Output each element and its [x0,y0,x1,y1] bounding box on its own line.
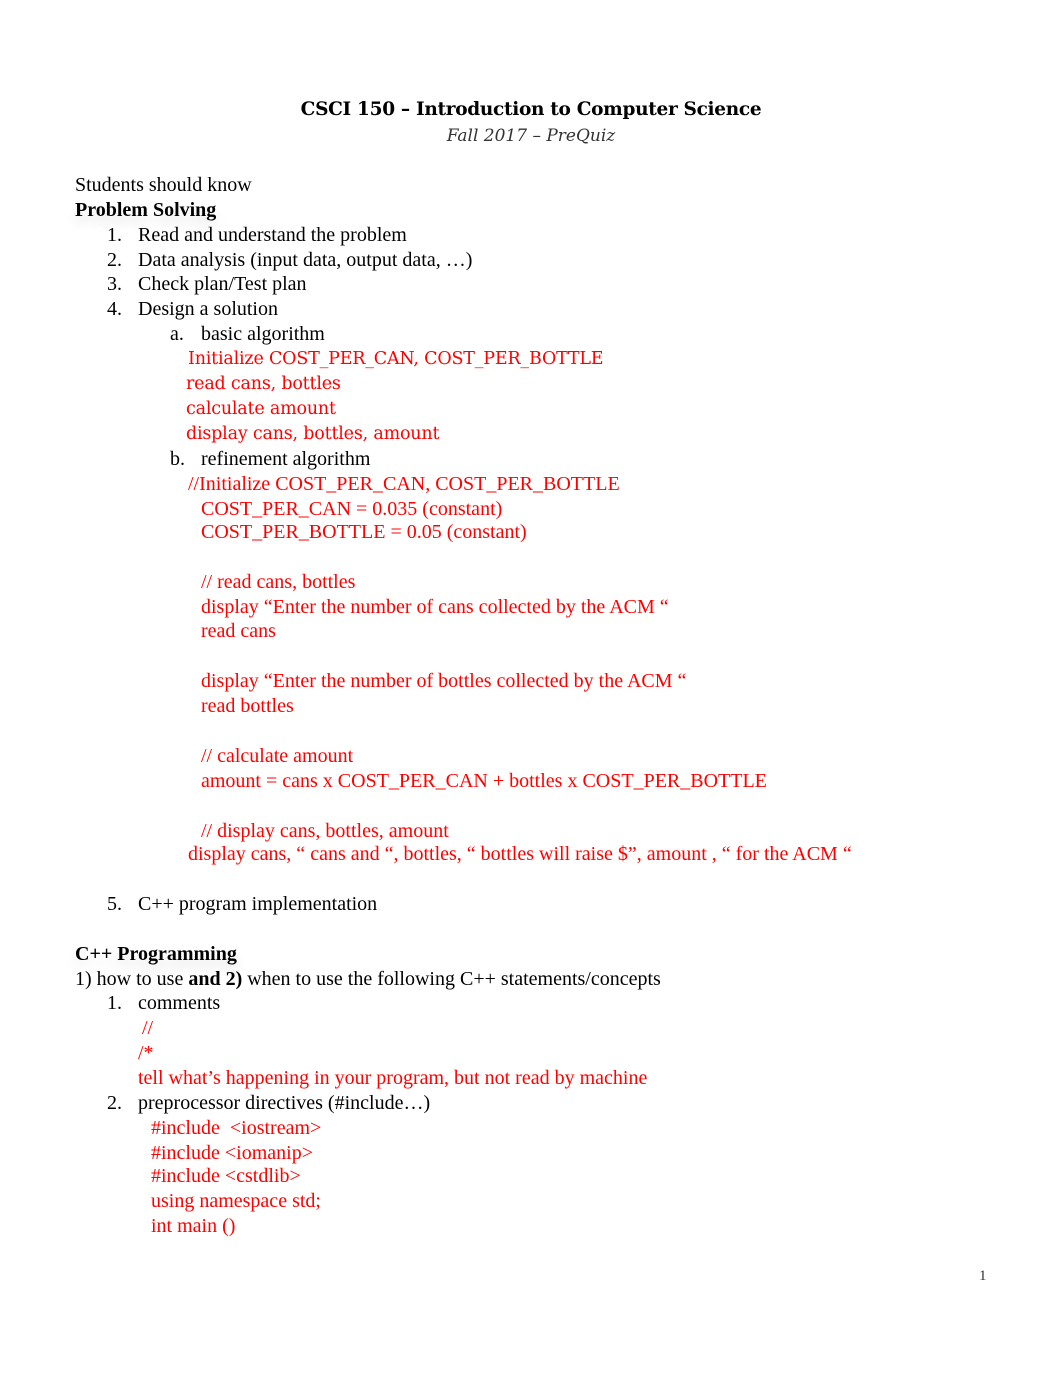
list-text: comments [138,992,221,1014]
directive-example: #include <iostream> [151,1117,322,1139]
refinement-read-bottles: read bottles [201,695,294,717]
list-number: 1. [107,224,122,246]
sub-list-item: a. basic algorithm [170,322,325,346]
list-text: C++ program implementation [138,893,378,915]
list-item: 2. Data analysis (input data, output data… [107,248,472,272]
list-text: Check plan/Test plan [138,273,307,295]
refinement-const-can: COST_PER_CAN = 0.035 (constant) [201,498,503,520]
document-title: CSCI 150 – Introduction to Computer Scie… [300,99,762,120]
cpp-intro-text: when to use the following C++ statements… [242,968,661,990]
cpp-intro-bold: and 2) [188,968,243,990]
refinement-read-cans: read cans [201,620,276,642]
section-heading-cpp-programming: C++ Programming [75,943,237,965]
refinement-calc-formula: amount = cans x COST_PER_CAN + bottles x… [201,770,767,792]
list-text: Design a solution [138,298,278,320]
refinement-display-statement: display cans, “ cans and “, bottles, “ b… [188,843,852,865]
basic-algorithm-step: display cans, bottles, amount [186,424,440,444]
refinement-prompt-cans: display “Enter the number of cans collec… [201,596,669,618]
intro-text: Students should know [75,174,252,196]
list-item: 5. C++ program implementation [107,892,377,916]
directive-example: #include <cstdlib> [151,1165,301,1187]
section-heading-problem-solving: Problem Solving [75,199,217,221]
sub-list-item: b. refinement algorithm [170,447,370,471]
refinement-calc-comment: // calculate amount [201,745,354,767]
sub-list-letter: a. [170,323,184,345]
list-number: 4. [107,298,122,320]
comment-note: // [142,1017,154,1039]
cpp-intro: 1) how to use and 2) when to use the fol… [75,967,661,991]
basic-algorithm-step: Initialize COST_PER_CAN, COST_PER_BOTTLE [188,349,604,369]
sub-list-text: refinement algorithm [201,448,371,470]
directive-example: using namespace std; [151,1190,321,1212]
list-text: Read and understand the problem [138,224,407,246]
refinement-init-comment: //Initialize COST_PER_CAN, COST_PER_BOTT… [188,473,620,495]
cpp-intro-text: 1) how to use [75,968,189,990]
basic-algorithm-step: calculate amount [186,399,336,419]
list-number: 3. [107,273,122,295]
list-number: 2. [107,1092,122,1114]
list-item: 4. Design a solution [107,297,278,321]
directive-example: int main () [151,1215,236,1237]
list-number: 5. [107,893,122,915]
sub-list-text: basic algorithm [201,323,325,345]
basic-algorithm-step: read cans, bottles [186,374,341,394]
page-number: 1 [979,1268,987,1284]
document-subtitle: Fall 2017 – PreQuiz [446,126,616,146]
directive-example: #include <iomanip> [151,1142,313,1164]
list-item: 2. preprocessor directives (#include…) [107,1091,430,1115]
refinement-read-comment: // read cans, bottles [201,571,356,593]
comment-note: /* [138,1042,154,1064]
sub-list-letter: b. [170,448,185,470]
comment-note: tell what’s happening in your program, b… [138,1067,648,1089]
list-item: 3. Check plan/Test plan [107,272,307,296]
list-text: preprocessor directives (#include…) [138,1092,431,1114]
refinement-const-bottle: COST_PER_BOTTLE = 0.05 (constant) [201,521,527,543]
list-item: 1. Read and understand the problem [107,223,407,247]
list-item: 1. comments [107,991,220,1015]
list-number: 2. [107,249,122,271]
refinement-prompt-bottles: display “Enter the number of bottles col… [201,670,687,692]
list-text: Data analysis (input data, output data, … [138,249,473,271]
refinement-display-comment: // display cans, bottles, amount [201,820,449,842]
list-number: 1. [107,992,122,1014]
